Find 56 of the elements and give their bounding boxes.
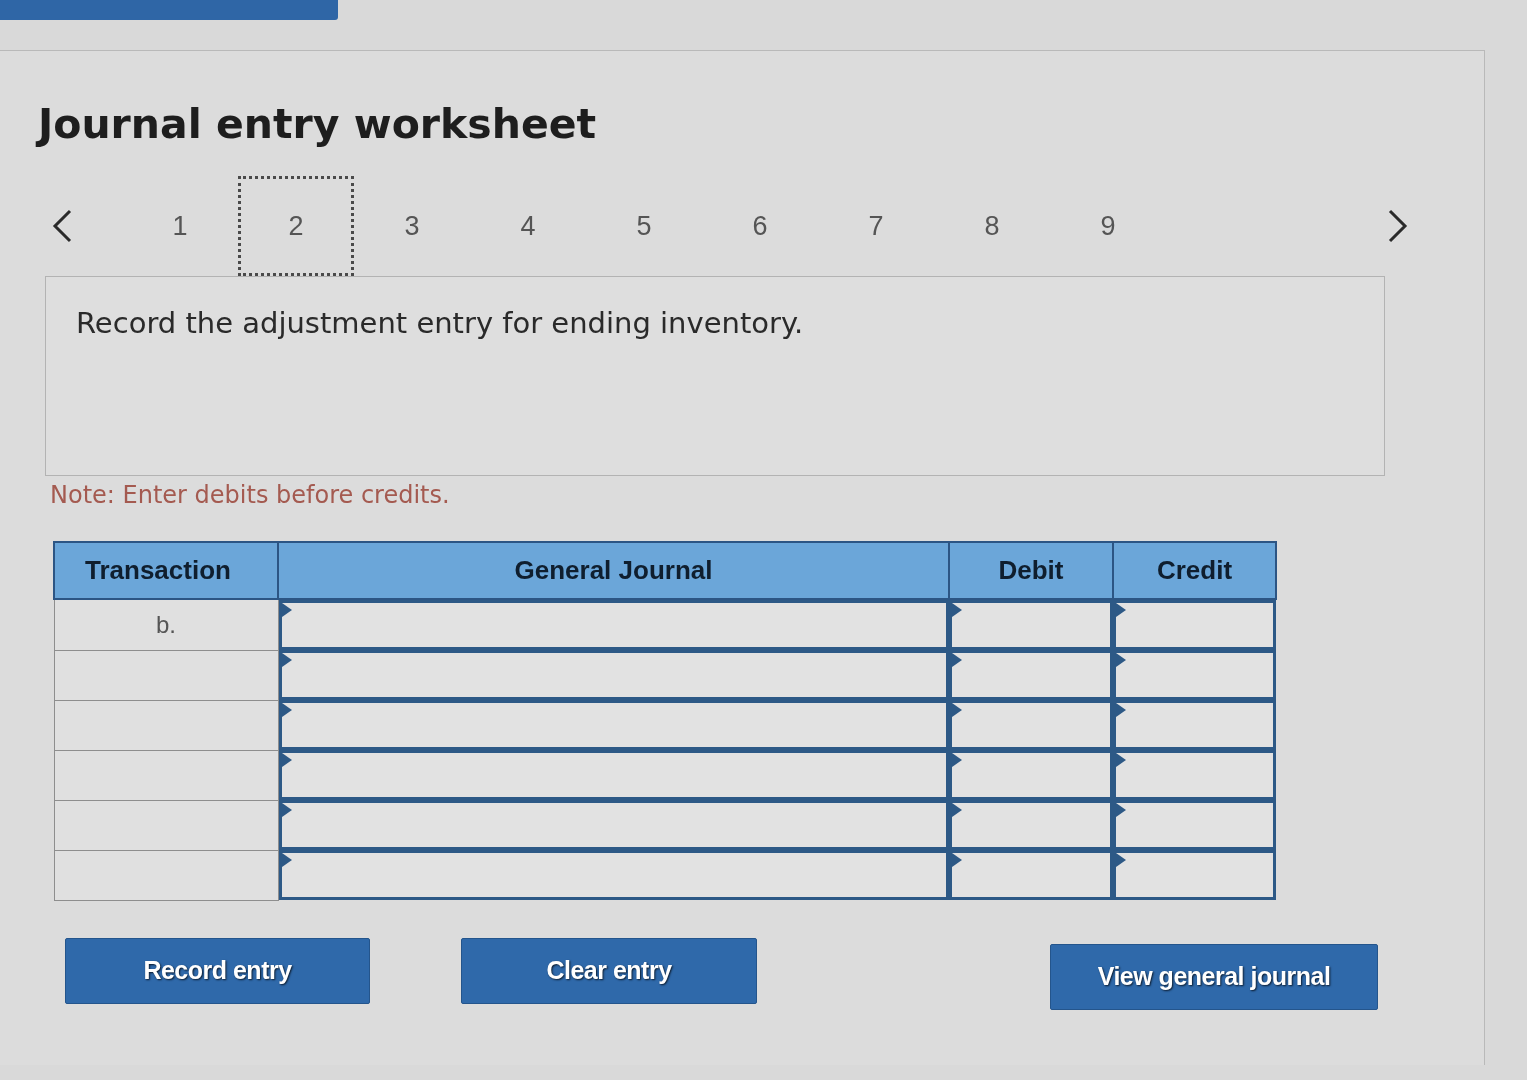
credit-field[interactable] [1113, 750, 1276, 800]
chevron-right-icon[interactable] [1388, 209, 1408, 243]
triangle-marker-icon [281, 603, 292, 617]
credit-field[interactable] [1113, 650, 1276, 700]
triangle-marker-icon [1116, 803, 1126, 817]
triangle-marker-icon [952, 653, 962, 667]
triangle-marker-icon [1116, 853, 1126, 867]
triangle-marker-icon [952, 753, 962, 767]
triangle-marker-icon [281, 703, 292, 717]
page-tab[interactable]: 8 [934, 176, 1050, 276]
triangle-marker-icon [952, 703, 962, 717]
debit-field[interactable] [949, 700, 1113, 750]
triangle-marker-icon [952, 853, 962, 867]
debit-field[interactable] [949, 800, 1113, 850]
triangle-marker-icon [281, 853, 292, 867]
debit-field[interactable] [949, 650, 1113, 700]
chevron-left-icon[interactable] [52, 209, 72, 243]
column-header: Debit [949, 542, 1113, 599]
page-tab[interactable]: 4 [470, 176, 586, 276]
triangle-marker-icon [952, 803, 962, 817]
triangle-marker-icon [281, 653, 292, 667]
page-tab[interactable]: 6 [702, 176, 818, 276]
account-field[interactable] [278, 850, 949, 900]
triangle-marker-icon [952, 603, 962, 617]
table-cell: b. [54, 599, 278, 650]
note-text: Note: Enter debits before credits. [50, 480, 450, 511]
column-header: Credit [1113, 542, 1276, 599]
account-field[interactable] [278, 600, 949, 650]
view-journal-button[interactable]: View general journal [1050, 943, 1378, 1010]
debit-field[interactable] [949, 600, 1113, 650]
account-field[interactable] [278, 700, 949, 750]
debit-field[interactable] [949, 750, 1113, 800]
credit-field[interactable] [1113, 800, 1276, 850]
account-field[interactable] [278, 750, 949, 800]
clear-entry-button[interactable]: Clear entry [461, 937, 757, 1004]
triangle-marker-icon [1116, 703, 1126, 717]
account-field[interactable] [278, 650, 949, 700]
account-field[interactable] [278, 800, 949, 850]
record-entry-button[interactable]: Record entry [65, 937, 370, 1004]
credit-field[interactable] [1113, 600, 1276, 650]
triangle-marker-icon [1116, 603, 1126, 617]
column-header: General Journal [278, 542, 949, 599]
triangle-marker-icon [1116, 653, 1126, 667]
column-header: Transaction [54, 542, 278, 599]
page-tab[interactable]: 5 [586, 176, 702, 276]
triangle-marker-icon [281, 753, 292, 767]
triangle-marker-icon [281, 803, 292, 817]
debit-field[interactable] [949, 850, 1113, 900]
credit-field[interactable] [1113, 850, 1276, 900]
page-tab[interactable]: 7 [818, 176, 934, 276]
triangle-marker-icon [1116, 753, 1126, 767]
page-tab[interactable]: 1 [122, 176, 238, 276]
page-tab[interactable]: 9 [1050, 176, 1166, 276]
page-tab[interactable]: 3 [354, 176, 470, 276]
prompt-text: Record the adjustment entry for ending inventory. [76, 305, 804, 341]
credit-field[interactable] [1113, 700, 1276, 750]
